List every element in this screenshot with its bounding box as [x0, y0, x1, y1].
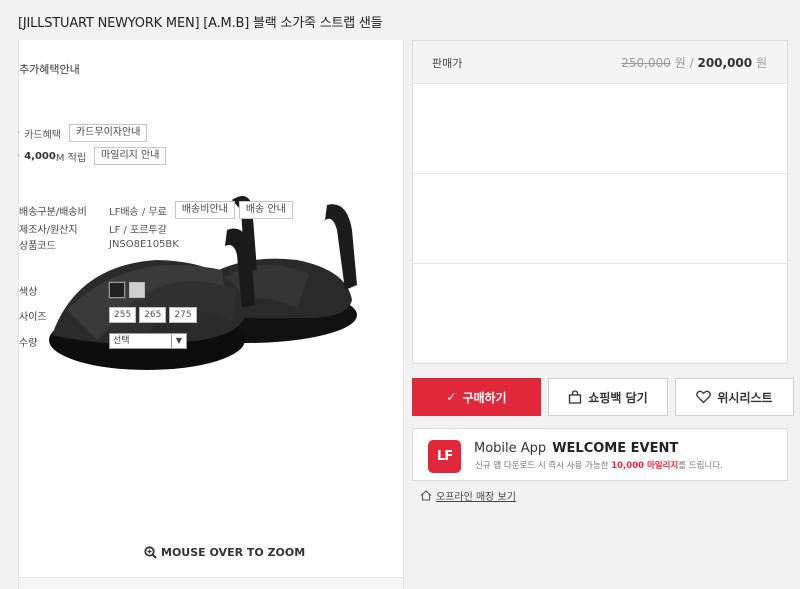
add-to-bag-label: 쇼핑백 담기: [588, 390, 648, 405]
maker-row: 제조사/원산지 LF / 포르투갈: [19, 221, 167, 236]
banner-desc-pre: 신규 앱 다운로드 시 즉시 사용 가능한: [475, 461, 609, 471]
lf-logo: LF: [428, 440, 461, 473]
buy-button[interactable]: ✓ 구매하기: [412, 378, 541, 416]
mileage-info-button[interactable]: 마일리지 안내: [94, 147, 167, 165]
banner-event-text: WELCOME EVENT: [552, 441, 679, 456]
color-option-row: 색상: [19, 281, 149, 299]
product-code-label: 상품코드: [19, 241, 56, 252]
shopping-bag-icon: [569, 390, 582, 404]
size-option[interactable]: 275: [169, 307, 197, 323]
shipping-info-button[interactable]: 배송 안내: [238, 201, 293, 219]
app-event-banner[interactable]: LF Mobile App WELCOME EVENT 신규 앱 다운로드 시 즉…: [412, 428, 788, 481]
card-benefit-label: 카드혜택: [24, 129, 61, 141]
product-code-row: 상품코드 JNSO8E105BK: [19, 237, 179, 252]
color-swatch-gray[interactable]: [129, 282, 145, 298]
shipping-type-label: 배송구분/배송비: [19, 206, 87, 218]
maker-label: 제조사/원산지: [19, 225, 78, 236]
quantity-select[interactable]: 선택 ▼: [109, 333, 187, 349]
original-price: 250,000: [621, 56, 671, 70]
shipping-fee-button[interactable]: 배송비안내: [174, 201, 235, 219]
check-icon: ✓: [446, 390, 457, 404]
price-label: 판매가: [432, 57, 463, 70]
quantity-label: 수량: [19, 337, 38, 349]
banner-desc-post: 를 드립니다.: [678, 461, 723, 471]
home-icon: [420, 490, 432, 501]
banner-description: 신규 앱 다운로드 시 즉시 사용 가능한 10,000 마일리지를 드립니다.: [475, 459, 723, 471]
price-unit: 원 /: [674, 56, 694, 70]
price-section: 판매가 250,000 원 / 200,000 원: [413, 41, 787, 84]
wishlist-button[interactable]: 위시리스트: [675, 378, 794, 416]
mileage-amount: 4,000: [24, 150, 56, 162]
card-benefit-row: · 카드혜택 카드무이자안내: [17, 124, 148, 142]
quantity-option-row: 수량 선택 ▼: [19, 333, 187, 349]
color-swatch-black[interactable]: [108, 281, 126, 299]
heart-icon: [696, 390, 712, 404]
shipping-type-value: LF배송 / 무료: [109, 206, 167, 218]
chevron-down-icon: ▼: [171, 334, 186, 348]
price-unit-2: 원: [755, 56, 767, 70]
benefit-section: [413, 84, 787, 174]
shipping-type-row: 배송구분/배송비 LF배송 / 무료 배송비안내 배송 안내: [19, 201, 293, 219]
banner-desc-highlight: 10,000 마일리지: [611, 461, 679, 471]
shipping-section: [413, 174, 787, 264]
benefit-heading: 추가혜택안내: [19, 63, 80, 76]
buy-button-label: 구매하기: [462, 390, 507, 405]
size-option[interactable]: 255: [109, 307, 137, 323]
card-interest-button[interactable]: 카드무이자안내: [69, 124, 148, 142]
size-option-row: 사이즈 255 265 275: [19, 307, 200, 323]
size-option[interactable]: 265: [139, 307, 167, 323]
wishlist-label: 위시리스트: [717, 390, 773, 405]
zoom-hint: MOUSE OVER TO ZOOM: [144, 546, 305, 559]
mileage-suffix: M 적립: [55, 152, 87, 164]
price-values: 250,000 원 / 200,000 원: [621, 54, 767, 71]
zoom-icon: [144, 546, 157, 559]
mileage-row: · 4,000 M 적립 마일리지 안내: [17, 147, 167, 165]
product-code-value: JNSO8E105BK: [109, 239, 179, 250]
add-to-bag-button[interactable]: 쇼핑백 담기: [548, 378, 668, 416]
offline-store-label: 오프라인 매장 보기: [436, 492, 516, 503]
thumbnail-strip: [19, 577, 403, 589]
product-info-box: 판매가 250,000 원 / 200,000 원: [412, 40, 788, 364]
banner-title: Mobile App WELCOME EVENT: [474, 441, 678, 456]
banner-app-text: Mobile App: [474, 441, 547, 456]
offline-store-link[interactable]: 오프라인 매장 보기: [420, 488, 516, 503]
maker-value: LF / 포르투갈: [109, 225, 167, 236]
color-label: 색상: [19, 286, 38, 298]
quantity-select-value: 선택: [113, 336, 130, 346]
size-label: 사이즈: [19, 311, 47, 323]
sale-price: 200,000: [697, 56, 753, 70]
zoom-hint-text: MOUSE OVER TO ZOOM: [161, 546, 306, 559]
product-title: [JILLSTUART NEWYORK MEN] [A.M.B] 블랙 소가죽 …: [18, 16, 383, 31]
